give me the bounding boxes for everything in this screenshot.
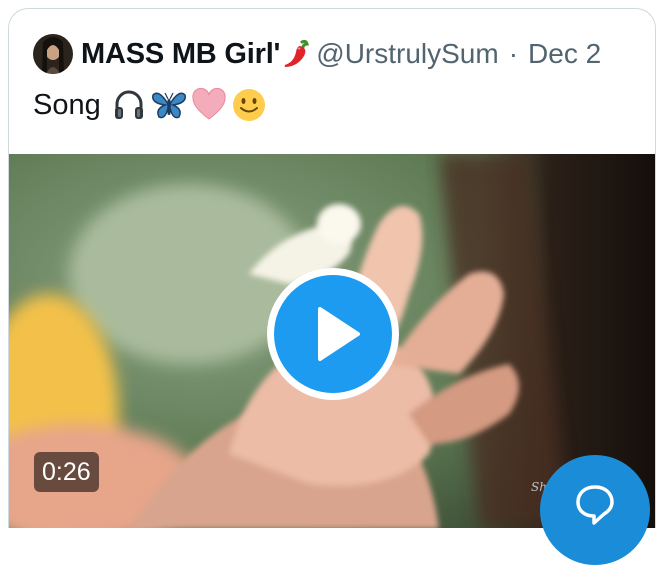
- tweet-header: MASS MB Girl' @UrstrulySum · Dec 2: [33, 34, 601, 74]
- user-handle[interactable]: @UrstrulySum: [316, 38, 498, 70]
- tweet-text: Song: [33, 87, 267, 123]
- slightly-smiling-face-icon: [232, 89, 265, 121]
- tweet-text-content: Song: [33, 88, 101, 121]
- chat-bubble-icon: [576, 485, 614, 525]
- pink-heart-icon: [192, 87, 226, 120]
- messages-button[interactable]: [540, 455, 650, 565]
- separator-dot: ·: [508, 38, 519, 69]
- headphones-icon: [114, 90, 143, 119]
- butterfly-icon: [151, 92, 186, 119]
- display-name[interactable]: MASS MB Girl': [81, 38, 280, 71]
- play-icon: [318, 307, 360, 361]
- avatar[interactable]: [33, 34, 73, 74]
- tweet-date[interactable]: Dec 2: [528, 38, 601, 70]
- tweet-card[interactable]: MASS MB Girl' @UrstrulySum · Dec 2 Song: [8, 8, 656, 528]
- chili-pepper-icon: [282, 38, 312, 70]
- video-duration: 0:26: [34, 452, 99, 492]
- play-button[interactable]: [267, 268, 399, 400]
